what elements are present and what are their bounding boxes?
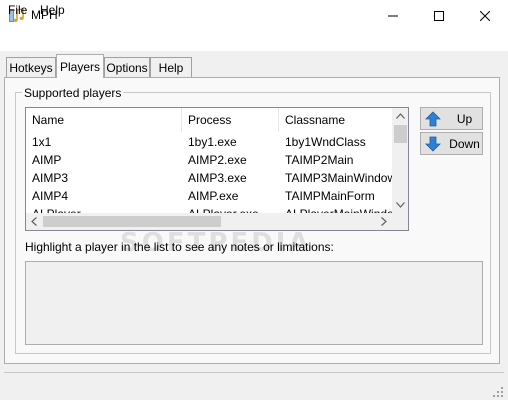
menu-file[interactable]: File bbox=[8, 3, 27, 17]
scroll-down-arrow-icon[interactable] bbox=[396, 202, 405, 208]
scroll-left-arrow-icon[interactable] bbox=[31, 217, 37, 226]
cell-classname: TAIMP3MainWindow bbox=[285, 171, 392, 185]
vertical-scroll-thumb[interactable] bbox=[394, 125, 407, 143]
cell-process: AIMP3.exe bbox=[188, 171, 247, 185]
column-header-classname[interactable]: Classname bbox=[279, 108, 392, 132]
watermark: SOFTPEDIA bbox=[120, 228, 312, 258]
tab-hotkeys[interactable]: Hotkeys bbox=[6, 57, 56, 77]
move-up-label: Up bbox=[456, 111, 473, 126]
cell-name: AIMP bbox=[32, 153, 62, 167]
players-list[interactable]: Name Process Classname 1x1 1by1.exe 1by1… bbox=[25, 107, 409, 231]
status-divider bbox=[4, 372, 504, 373]
minimize-icon bbox=[388, 15, 398, 16]
cell-classname: TAIMPMainForm bbox=[285, 189, 375, 203]
maximize-icon bbox=[434, 10, 444, 21]
cell-name: AIMP3 bbox=[32, 171, 69, 185]
column-header-process[interactable]: Process bbox=[182, 108, 279, 132]
menu-bar bbox=[0, 31, 508, 51]
scrollbar-corner bbox=[392, 213, 408, 230]
menu-help[interactable]: Help bbox=[40, 3, 65, 17]
arrow-down-icon bbox=[425, 136, 441, 152]
tab-help[interactable]: Help bbox=[150, 57, 192, 77]
horizontal-scroll-thumb[interactable] bbox=[43, 216, 221, 227]
cell-name: 1x1 bbox=[32, 135, 52, 149]
maximize-button[interactable] bbox=[416, 0, 462, 31]
scroll-right-arrow-icon[interactable] bbox=[381, 217, 387, 226]
tab-players[interactable]: Players bbox=[56, 54, 104, 78]
arrow-up-icon bbox=[425, 111, 441, 127]
notes-textarea[interactable] bbox=[25, 261, 483, 345]
group-label: Supported players bbox=[22, 86, 124, 100]
status-bar bbox=[0, 370, 508, 400]
cell-name: AIMP4 bbox=[32, 189, 69, 203]
cell-process: AIMP2.exe bbox=[188, 153, 247, 167]
cell-process: AIMP.exe bbox=[188, 189, 239, 203]
cell-process: 1by1.exe bbox=[188, 135, 237, 149]
tab-options[interactable]: Options bbox=[104, 57, 150, 77]
cell-classname: 1by1WndClass bbox=[285, 135, 366, 149]
move-up-button[interactable]: Up bbox=[420, 107, 483, 130]
column-header-name[interactable]: Name bbox=[26, 108, 182, 132]
scroll-up-arrow-icon[interactable] bbox=[396, 113, 405, 119]
minimize-button[interactable] bbox=[370, 0, 416, 31]
vertical-scrollbar[interactable] bbox=[392, 108, 408, 213]
close-icon bbox=[480, 10, 490, 21]
close-button[interactable] bbox=[462, 0, 508, 31]
move-down-label: Down bbox=[449, 136, 480, 151]
resize-grip-icon[interactable] bbox=[492, 386, 504, 398]
cell-classname: TAIMP2Main bbox=[285, 153, 354, 167]
move-down-button[interactable]: Down bbox=[420, 132, 483, 155]
